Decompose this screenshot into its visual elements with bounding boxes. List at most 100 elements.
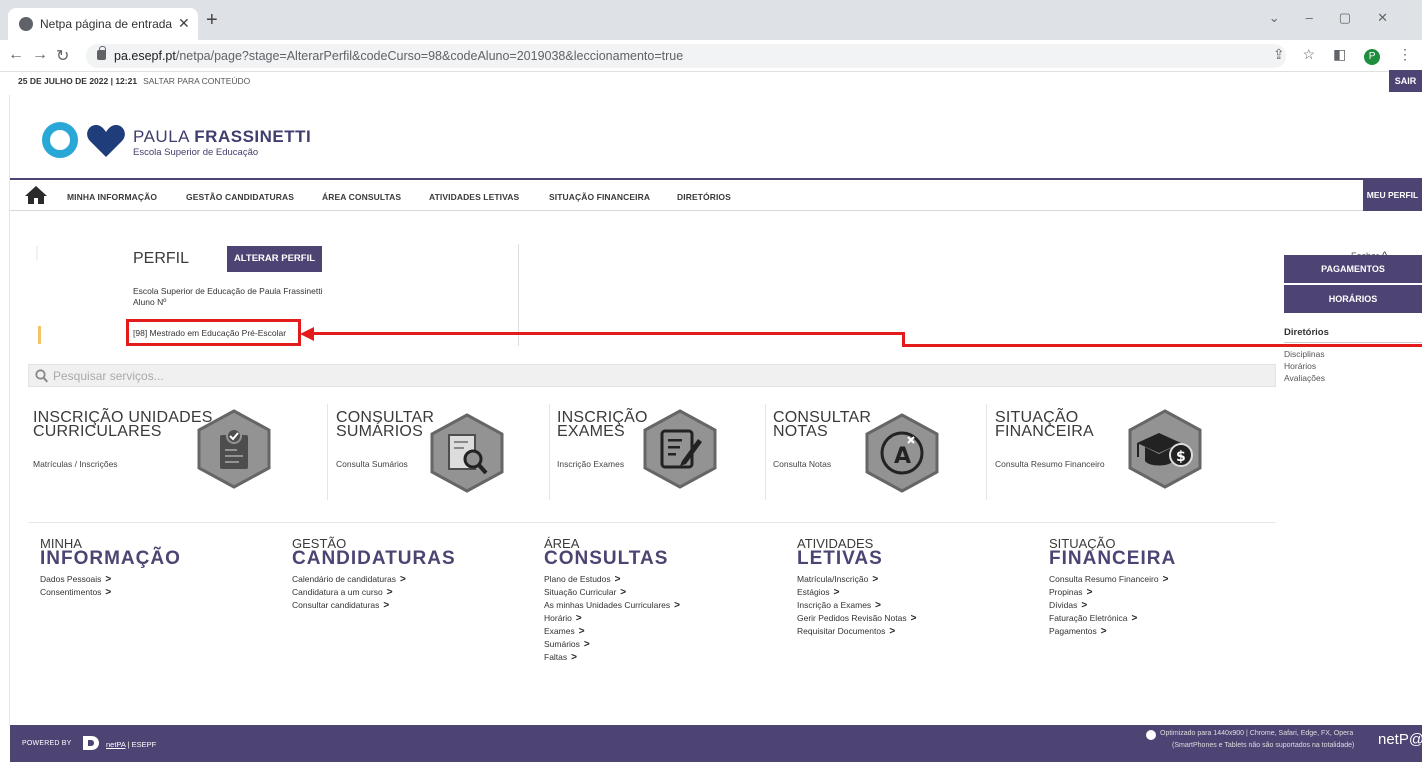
chevron-right-icon: > [386,587,393,598]
tile-link[interactable]: Consulta Resumo Financeiro [995,459,1105,469]
profile-avatar[interactable]: P [1364,49,1381,65]
divider [28,522,1276,523]
back-icon[interactable]: ← [8,46,24,64]
chevron-right-icon: > [1081,600,1088,611]
netpa-link[interactable]: netPA [106,740,125,749]
star-icon[interactable]: ☆ [1303,46,1316,62]
menu-link[interactable]: Consultar candidaturas > [292,600,389,611]
new-tab-icon[interactable]: + [206,10,218,30]
menu-link[interactable]: Calendário de candidaturas > [292,574,406,585]
menu-kebab-icon[interactable]: ⋮ [1398,46,1412,62]
menu-link[interactable]: Requisitar Documentos > [797,626,895,637]
my-profile-button[interactable]: MEU PERFIL [1363,180,1422,211]
chevron-right-icon: > [583,639,590,650]
chevron-right-icon: > [1162,574,1169,585]
menu-link[interactable]: Gerir Pedidos Revisão Notas > [797,613,916,624]
menu-link[interactable]: Estágios > [797,587,839,598]
tile-title[interactable]: INSCRIÇÃO EXAMES [557,410,648,440]
menu-link[interactable]: Plano de Estudos > [544,574,620,585]
url-field[interactable]: pa.esepf.pt/netpa/page?stage=AlterarPerf… [86,44,1286,68]
column-heading: INFORMAÇÃO [40,548,181,569]
share-icon[interactable]: ⇪ [1273,46,1285,62]
tile-link[interactable]: Inscrição Exames [557,459,624,469]
menu-link[interactable]: Dados Pessoais > [40,574,111,585]
date-time: 25 DE JULHO DE 2022 | 12:21 [18,76,138,86]
close-tab-icon[interactable]: ✕ [178,15,190,32]
menu-link[interactable]: Dívidas > [1049,600,1087,611]
netpa-brand: netP@ [1378,731,1422,748]
menu-link[interactable]: Sumários > [544,639,590,650]
logout-button[interactable]: SAIR [1389,70,1422,92]
nav-minha-informacao[interactable]: MINHA INFORMAÇÃO [67,192,157,202]
menu-link[interactable]: Matrícula/Inscrição > [797,574,878,585]
nav-area-consultas[interactable]: ÁREA CONSULTAS [322,192,401,202]
column-heading: CANDIDATURAS [292,548,456,569]
menu-link[interactable]: Candidatura a um curso > [292,587,393,598]
forward-icon[interactable]: → [32,46,48,64]
menu-link[interactable]: Exames > [544,626,585,637]
menu-link[interactable]: Propinas > [1049,587,1092,598]
chevron-right-icon: > [872,574,879,585]
home-icon[interactable] [24,185,48,205]
browser-tab[interactable]: Netpa página de entrada ✕ [8,8,198,40]
clipboard-check-icon[interactable] [196,409,272,489]
service-search [28,364,1276,387]
nav-situacao-financeira[interactable]: SITUAÇÃO FINANCEIRA [549,192,650,202]
schedules-button[interactable]: HORÁRIOS [1284,285,1422,313]
graduation-money-icon[interactable]: $ [1127,409,1203,489]
tile-link[interactable]: Consulta Sumários [336,459,408,469]
skip-to-content-link[interactable]: SALTAR PARA CONTEÚDO [143,76,250,86]
directory-link-disciplinas[interactable]: Disciplinas [1284,349,1325,359]
search-input[interactable] [53,366,1253,385]
netpa-logo-icon [83,736,99,750]
edit-form-icon[interactable] [642,409,718,489]
column-heading: CONSULTAS [544,548,669,569]
menu-link[interactable]: Faltas > [544,652,577,663]
nav-atividades-letivas[interactable]: ATIVIDADES LETIVAS [429,192,519,202]
tile-link[interactable]: Matrículas / Inscrições [33,459,118,469]
menu-link[interactable]: Consentimentos > [40,587,111,598]
directory-link-horarios[interactable]: Horários [1284,361,1316,371]
powered-by-label: POWERED BY [22,740,72,747]
payments-button[interactable]: PAGAMENTOS [1284,255,1422,283]
optimization-note: Optimizado para 1440x900 | Chrome, Safar… [1160,730,1354,737]
menu-link[interactable]: As minhas Unidades Curriculares > [544,600,680,611]
change-profile-button[interactable]: ALTERAR PERFIL [227,246,322,272]
chevron-right-icon: > [105,587,112,598]
menu-link[interactable]: Faturação Eletrónica > [1049,613,1137,624]
menu-link[interactable]: Horário > [544,613,582,624]
lock-icon [97,46,106,60]
student-number: Aluno Nº [133,297,167,307]
column-heading: FINANCEIRA [1049,548,1177,569]
grade-icon[interactable]: A [864,413,940,493]
window-controls[interactable]: ⌄–▢✕ [1269,10,1414,26]
menu-link[interactable]: Situação Curricular > [544,587,626,598]
chevron-right-icon: > [1086,587,1093,598]
nav-diretorios[interactable]: DIRETÓRIOS [677,192,731,202]
tile-title[interactable]: SITUAÇÃO FINANCEIRA [995,410,1094,440]
tile-title[interactable]: INSCRIÇÃO UNIDADES CURRICULARES [33,410,213,440]
tile-title[interactable]: CONSULTAR NOTAS [773,410,871,440]
nav-gestao-candidaturas[interactable]: GESTÃO CANDIDATURAS [186,192,294,202]
tile-title[interactable]: CONSULTAR SUMÁRIOS [336,410,434,440]
tile-link[interactable]: Consulta Notas [773,459,831,469]
divider [549,404,550,500]
chevron-right-icon: > [399,574,406,585]
menu-link[interactable]: Pagamentos > [1049,626,1107,637]
chevron-right-icon: > [105,574,112,585]
column-heading: LETIVAS [797,548,883,569]
chevron-right-icon: > [571,652,577,663]
course-selection-highlight[interactable]: [98] Mestrado em Educação Pré-Escolar [126,319,301,346]
chevron-right-icon: > [620,587,627,598]
chevron-right-icon: > [1131,613,1138,624]
document-search-icon[interactable] [429,413,505,493]
sidepanel-icon[interactable]: ◧ [1333,46,1346,62]
school-name: Escola Superior de Educação de Paula Fra… [133,286,323,296]
reload-icon[interactable]: ↻ [56,46,69,66]
main-nav: MINHA INFORMAÇÃO GESTÃO CANDIDATURAS ÁRE… [10,178,1422,211]
menu-link[interactable]: Inscrição a Exames > [797,600,881,611]
menu-link[interactable]: Consulta Resumo Financeiro > [1049,574,1168,585]
brand-name: PAULA FRASSINETTI [133,127,312,146]
divider [765,404,766,500]
directory-link-avaliacoes[interactable]: Avaliações [1284,373,1325,383]
